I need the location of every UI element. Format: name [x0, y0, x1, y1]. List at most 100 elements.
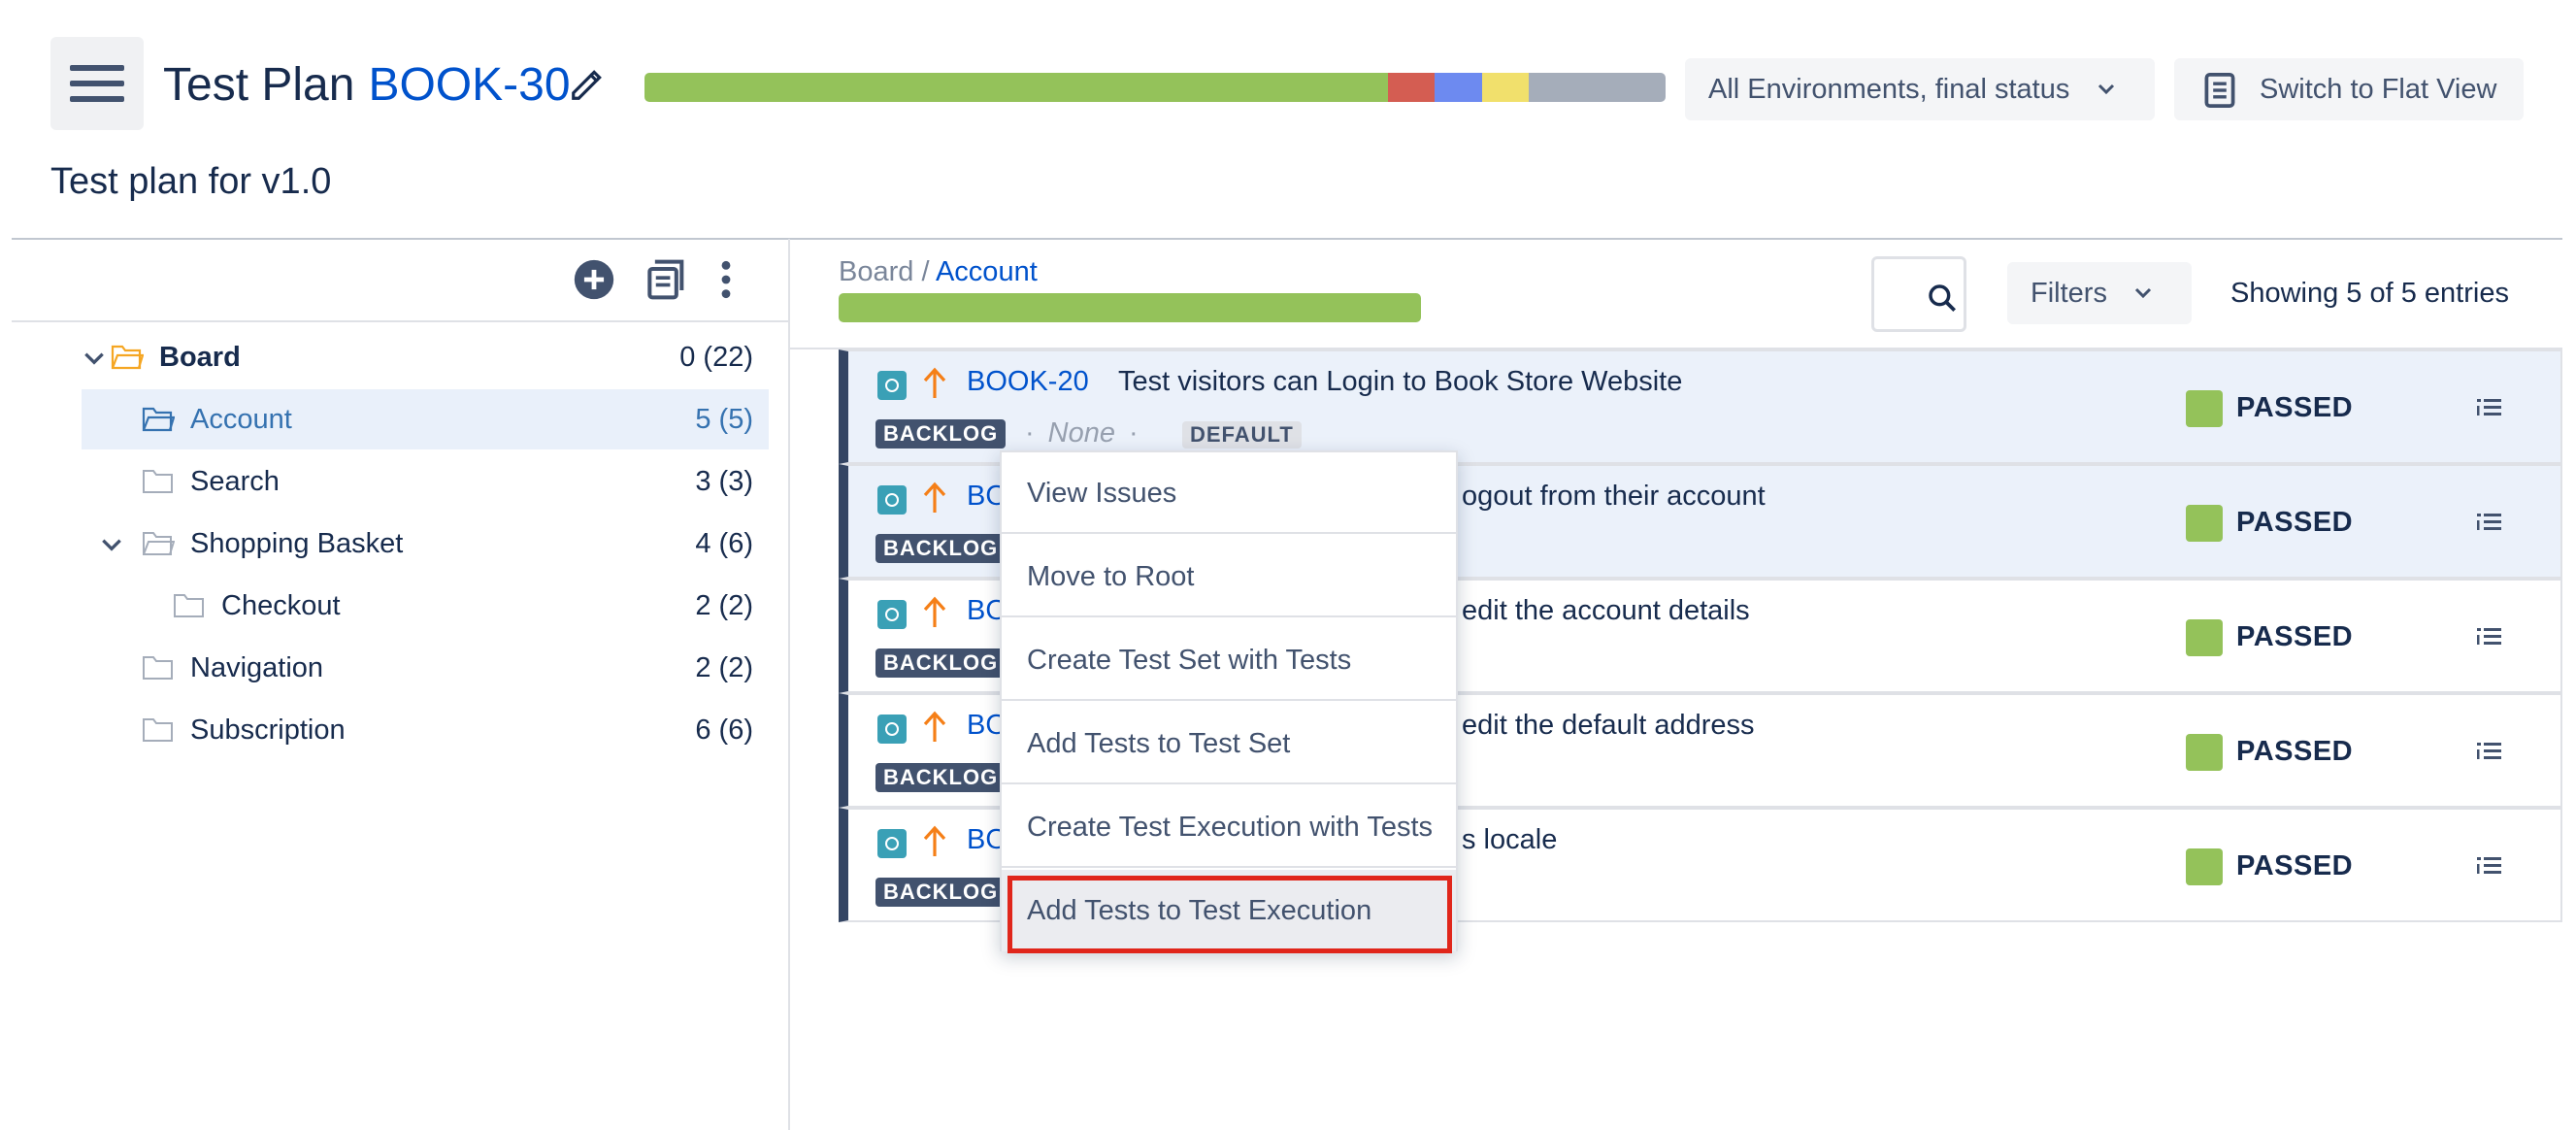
menu-item-create-test-set[interactable]: Create Test Set with Tests: [1002, 619, 1456, 701]
tree-item-subscription[interactable]: Subscription 6 (6): [82, 700, 769, 760]
hamburger-bar: [70, 81, 124, 86]
folder-icon: [143, 718, 173, 742]
search-input[interactable]: [1871, 256, 1966, 332]
chevron-down-icon: [2097, 83, 2115, 95]
menu-item-view-issues[interactable]: View Issues: [1002, 452, 1456, 534]
folder-icon: [143, 470, 173, 493]
priority-high-arrow-icon: [923, 367, 946, 398]
table-row[interactable]: BOOK-20 Test visitors can Login to Book …: [839, 349, 2562, 464]
folder-icon: [143, 656, 173, 680]
menu-toggle-button[interactable]: [50, 37, 144, 130]
tree-item-account[interactable]: Account 5 (5): [82, 389, 769, 449]
menu-item-create-test-execution[interactable]: Create Test Execution with Tests: [1002, 786, 1456, 868]
tree-item-count: 3 (3): [695, 466, 753, 497]
details-list-icon[interactable]: [2475, 738, 2504, 765]
menu-item-add-to-test-set[interactable]: Add Tests to Test Set: [1002, 703, 1456, 784]
test-result-status: PASSED: [2236, 850, 2354, 881]
breadcrumb-current[interactable]: Account: [936, 256, 1038, 287]
test-plan-progress-bar: [644, 73, 1666, 102]
tree-item-count: 5 (5): [695, 404, 753, 435]
test-meta: · None ·: [1011, 417, 1152, 449]
tree-toolbar-divider: [12, 320, 788, 322]
tree-item-label: Subscription: [190, 715, 346, 746]
edit-pencil-icon[interactable]: [569, 66, 606, 103]
folder-open-icon: [111, 345, 144, 370]
filters-button[interactable]: Filters: [2007, 262, 2192, 324]
collapse-all-icon[interactable]: [643, 258, 685, 301]
issue-key-link[interactable]: BOOK-30: [368, 59, 570, 111]
tree-item-board[interactable]: Board 0 (22): [82, 327, 769, 387]
tree-item-label: Navigation: [190, 652, 324, 683]
status-color-swatch: [2186, 390, 2223, 427]
breadcrumb-separator: /: [913, 256, 936, 287]
meta-separator: ·: [1025, 417, 1035, 449]
status-color-swatch: [2186, 619, 2223, 656]
progress-segment-not-run: [1529, 73, 1666, 102]
tree-item-navigation[interactable]: Navigation 2 (2): [82, 638, 769, 698]
progress-segment-todo: [1481, 73, 1530, 102]
test-summary: ogout from their account: [1462, 481, 1766, 512]
tree-item-count: 0 (22): [679, 342, 753, 373]
priority-high-arrow-icon: [923, 711, 946, 742]
test-summary: s locale: [1462, 824, 1558, 855]
menu-item-label: Create Test Execution with Tests: [1027, 812, 1434, 843]
tree-item-count: 2 (2): [695, 590, 753, 621]
test-type-icon: [877, 485, 907, 515]
test-summary: edit the account details: [1462, 595, 1750, 626]
tree-item-shopping-basket[interactable]: Shopping Basket 4 (6): [82, 514, 769, 574]
chevron-down-icon[interactable]: [99, 532, 124, 557]
priority-high-arrow-icon: [923, 825, 946, 856]
details-list-icon[interactable]: [2475, 623, 2504, 650]
status-color-swatch: [2186, 848, 2223, 885]
workflow-status-badge: BACKLOG: [875, 534, 1007, 563]
more-options-icon[interactable]: [705, 258, 747, 301]
chevron-down-icon[interactable]: [82, 346, 107, 371]
test-type-icon: [877, 600, 907, 629]
test-result-status: PASSED: [2236, 621, 2354, 652]
dataset-tag: DEFAULT: [1182, 421, 1302, 449]
tree-item-label: Checkout: [221, 590, 341, 621]
test-summary: edit the default address: [1462, 710, 1755, 741]
environment-select[interactable]: All Environments, final status: [1685, 58, 2155, 120]
menu-item-label: View Issues: [1027, 478, 1177, 509]
tree-item-count: 2 (2): [695, 652, 753, 683]
context-menu: View Issues Move to Root Create Test Set…: [1000, 450, 1458, 953]
folder-icon: [174, 594, 204, 617]
list-document-icon: [2204, 72, 2235, 109]
menu-item-move-to-root[interactable]: Move to Root: [1002, 536, 1456, 617]
details-list-icon[interactable]: [2475, 394, 2504, 421]
header-divider: [12, 238, 2562, 240]
menu-item-label: Add Tests to Test Set: [1027, 728, 1291, 759]
tree-item-label: Board: [159, 342, 241, 373]
panel-divider[interactable]: [788, 239, 790, 1130]
entries-count: Showing 5 of 5 entries: [2230, 278, 2509, 309]
page-title-prefix: Test Plan: [163, 59, 355, 111]
details-list-icon[interactable]: [2475, 852, 2504, 880]
menu-item-label: Create Test Set with Tests: [1027, 645, 1352, 676]
tree-item-search[interactable]: Search 3 (3): [82, 451, 769, 512]
test-plan-subtitle: Test plan for v1.0: [50, 161, 332, 202]
test-key-link[interactable]: BOOK-20: [967, 366, 1089, 398]
progress-segment-failed: [1387, 73, 1436, 102]
progress-segment-passed: [644, 73, 1388, 102]
tree-item-count: 6 (6): [695, 715, 753, 746]
details-list-icon[interactable]: [2475, 509, 2504, 536]
switch-to-flat-view-label: Switch to Flat View: [2260, 74, 2497, 105]
tree-item-checkout[interactable]: Checkout 2 (2): [82, 576, 769, 636]
menu-item-label: Move to Root: [1027, 561, 1195, 592]
folder-open-icon: [143, 532, 175, 555]
status-color-swatch: [2186, 505, 2223, 542]
priority-high-arrow-icon: [923, 596, 946, 627]
status-color-swatch: [2186, 734, 2223, 771]
tree-item-label: Account: [190, 404, 292, 435]
hamburger-bar: [70, 65, 124, 71]
add-folder-icon[interactable]: [573, 258, 615, 301]
test-result-status: PASSED: [2236, 507, 2354, 538]
tree-item-label: Search: [190, 466, 280, 497]
test-meta-value: None: [1047, 417, 1115, 449]
workflow-status-badge: BACKLOG: [875, 763, 1007, 792]
switch-to-flat-view-button[interactable]: Switch to Flat View: [2174, 58, 2524, 120]
menu-item-add-to-test-execution[interactable]: Add Tests to Test Execution: [1002, 870, 1456, 953]
priority-high-arrow-icon: [923, 482, 946, 513]
breadcrumb-root[interactable]: Board: [839, 256, 913, 287]
